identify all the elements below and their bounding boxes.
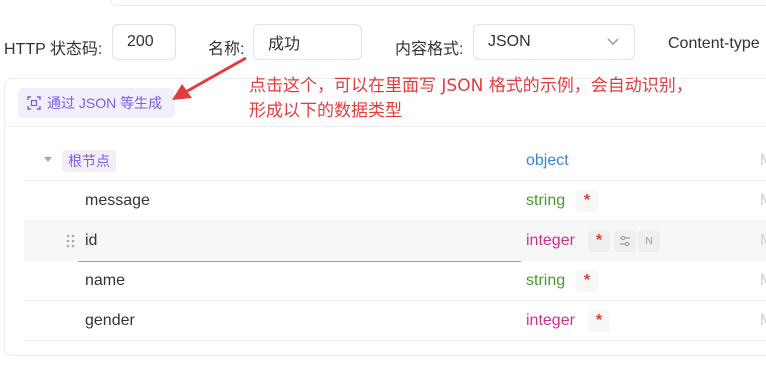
- field-type[interactable]: integer: [526, 232, 575, 250]
- field-type[interactable]: integer: [526, 312, 575, 330]
- required-toggle[interactable]: *: [588, 230, 610, 252]
- annotation-line-1: 点击这个，可以在里面写 JSON 格式的示例，会自动识别，: [249, 76, 693, 96]
- table-row[interactable]: message string * M: [24, 181, 766, 221]
- schema-root-row[interactable]: 根节点 object M: [24, 141, 766, 181]
- previous-field-edge: [110, 0, 766, 6]
- table-row[interactable]: gender integer * M: [24, 301, 766, 341]
- chevron-down-icon: [607, 38, 619, 46]
- status-code-input[interactable]: 200: [112, 24, 176, 60]
- format-select[interactable]: JSON: [473, 24, 635, 60]
- content-type-label: Content-type: [668, 35, 760, 52]
- grid-scan-icon: [27, 96, 41, 110]
- generate-from-json-button[interactable]: 通过 JSON 等生成: [18, 88, 175, 118]
- mock-column: M: [760, 272, 766, 290]
- drag-handle-icon[interactable]: [66, 234, 76, 248]
- format-label: 内容格式:: [395, 41, 464, 58]
- mock-column: M: [760, 192, 766, 210]
- arrow-icon: [172, 56, 247, 100]
- row-divider: [24, 340, 766, 341]
- mock-column: M: [760, 312, 766, 330]
- mock-column: M: [760, 152, 766, 170]
- caret-down-icon[interactable]: [44, 157, 52, 162]
- nullable-toggle[interactable]: N: [638, 230, 660, 252]
- required-toggle[interactable]: *: [588, 310, 610, 332]
- field-type[interactable]: string: [526, 192, 565, 210]
- field-name[interactable]: name: [85, 272, 125, 290]
- name-value: 成功: [268, 36, 301, 53]
- format-value: JSON: [488, 33, 531, 50]
- field-type[interactable]: object: [526, 152, 569, 170]
- table-row[interactable]: id integer * N M: [24, 221, 766, 262]
- field-name[interactable]: message: [85, 192, 150, 210]
- table-row[interactable]: name string * M: [24, 261, 766, 301]
- name-input[interactable]: 成功: [253, 24, 362, 60]
- field-name[interactable]: id: [85, 232, 97, 250]
- panel-divider: [4, 126, 766, 127]
- annotation-line-2: 形成以下的数据类型: [249, 101, 402, 121]
- required-toggle[interactable]: *: [576, 270, 598, 292]
- field-name[interactable]: gender: [85, 312, 135, 330]
- required-toggle[interactable]: *: [576, 190, 598, 212]
- status-code-label: HTTP 状态码:: [4, 41, 103, 58]
- status-code-value: 200: [127, 33, 154, 50]
- root-node-tag: 根节点: [62, 150, 116, 172]
- mock-column: M: [760, 232, 766, 250]
- field-type[interactable]: string: [526, 272, 565, 290]
- generate-button-label: 通过 JSON 等生成: [47, 95, 163, 111]
- settings-icon[interactable]: [614, 230, 636, 252]
